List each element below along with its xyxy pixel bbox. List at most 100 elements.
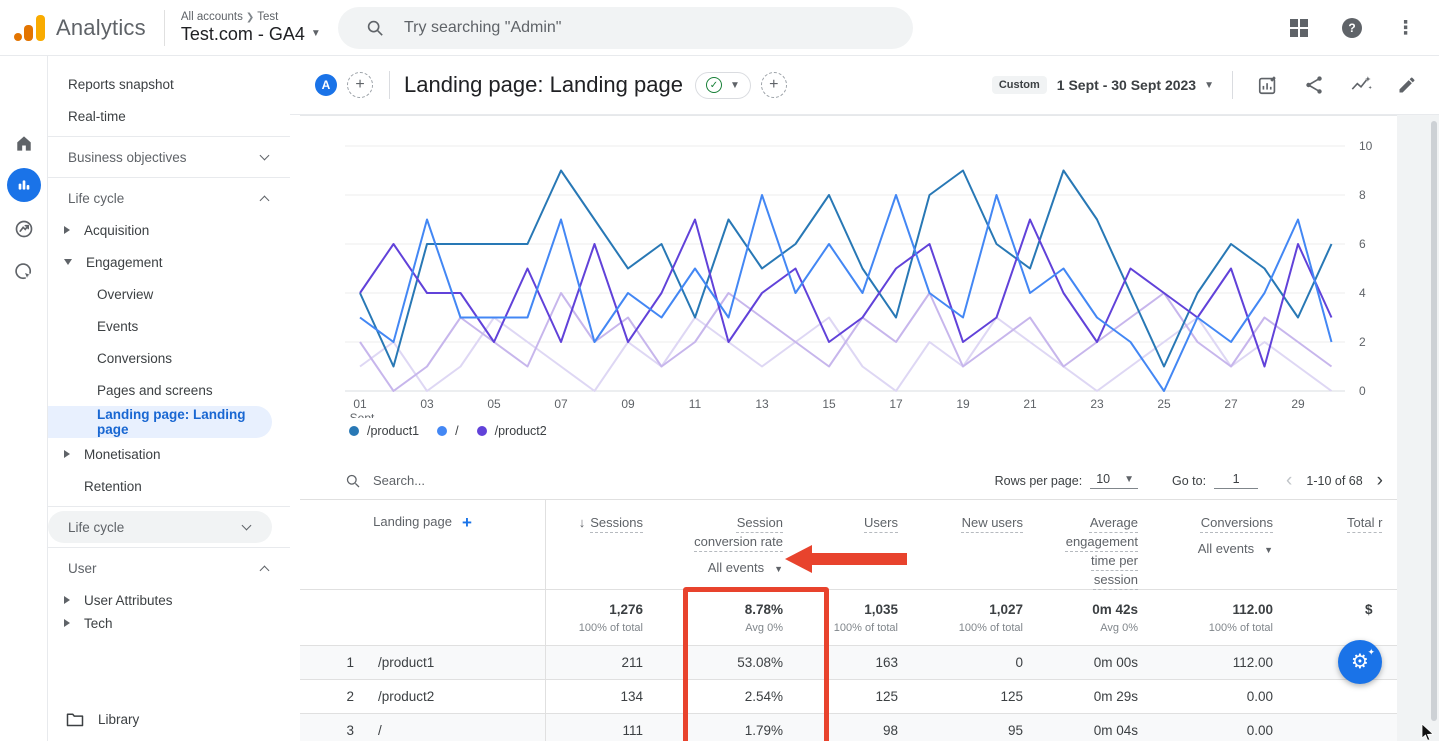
grid-apps-icon[interactable]	[1290, 19, 1308, 37]
expand-arrow-icon[interactable]	[64, 259, 72, 265]
collapse-arrow-icon[interactable]	[64, 619, 70, 627]
table-search-input[interactable]: Search...	[345, 473, 995, 489]
row-number: 2	[300, 689, 354, 704]
y-axis-tick-label: 2	[1359, 335, 1366, 349]
sidebar-item-engagement[interactable]: Engagement	[48, 246, 290, 278]
goto-page-input[interactable]: 1	[1214, 472, 1258, 489]
y-axis-tick-label: 4	[1359, 286, 1366, 300]
edit-pencil-icon[interactable]	[1397, 75, 1417, 95]
more-vert-icon[interactable]: ⋮	[1396, 19, 1415, 38]
sidebar-item-library[interactable]: Library	[66, 704, 290, 734]
x-axis-tick-label: 15	[822, 397, 836, 411]
help-icon[interactable]: ?	[1342, 18, 1362, 38]
chevron-down-icon: ▼	[311, 28, 321, 40]
gear-sparkle-icon: ⚙	[1351, 652, 1369, 672]
global-search-input[interactable]: Try searching "Admin"	[338, 7, 913, 49]
sidebar-item-label: Events	[97, 319, 138, 334]
sidebar-item-label: Pages and screens	[97, 383, 213, 398]
property-selector[interactable]: Test.com - GA4▼	[181, 24, 321, 45]
vertical-scrollbar[interactable]	[1431, 121, 1437, 721]
collapse-arrow-icon[interactable]	[64, 450, 70, 458]
sidebar-item-events[interactable]: Events	[48, 310, 290, 342]
report-status-menu[interactable]: ✓ ▼	[695, 72, 751, 99]
sidebar-item-label: Overview	[97, 287, 153, 302]
sidebar-item-life-cycle[interactable]: Life cycle	[48, 182, 290, 214]
sidebar-item-life-cycle-collapsed[interactable]: Life cycle	[48, 511, 272, 543]
sort-desc-icon: ↓	[579, 515, 586, 530]
table-row-product1[interactable]: 1/product121153.08%16300m 00s112.00	[300, 645, 1397, 679]
date-range-picker[interactable]: 1 Sept - 30 Sept 2023	[1057, 77, 1196, 93]
sidebar-item-landing-page-landing-page[interactable]: Landing page: Landing page	[48, 406, 272, 438]
column-header-total-revenue[interactable]: Total r	[1285, 500, 1397, 589]
sidebar-divider	[48, 547, 290, 548]
collapse-arrow-icon[interactable]	[64, 596, 70, 604]
rows-per-page-select[interactable]: 10▼	[1090, 472, 1138, 489]
sidebar-item-acquisition[interactable]: Acquisition	[48, 214, 290, 246]
column-header-session-conversion-rate[interactable]: Session conversion rate All events▼	[655, 500, 795, 589]
add-dimension-icon[interactable]: +	[462, 514, 472, 531]
x-axis-tick-label: 13	[755, 397, 769, 411]
add-comparison-button[interactable]: +	[347, 72, 373, 98]
sidebar-item-reports-snapshot[interactable]: Reports snapshot	[48, 68, 290, 100]
x-axis-tick-label: 29	[1291, 397, 1305, 411]
sidebar-item-retention[interactable]: Retention	[48, 470, 290, 502]
legend-item[interactable]: /	[437, 424, 458, 438]
sidebar-item-conversions[interactable]: Conversions	[48, 342, 290, 374]
add-report-tab-button[interactable]: +	[761, 72, 787, 98]
table-row-product2[interactable]: 2/product21342.54%1251250m 29s0.00	[300, 679, 1397, 713]
legend-item[interactable]: /product2	[477, 424, 547, 438]
sidebar-item-user[interactable]: User	[48, 552, 290, 584]
column-header-conversions[interactable]: Conversions All events▼	[1150, 500, 1285, 589]
comparison-avatar[interactable]: A	[315, 74, 337, 96]
sidebar-item-monetisation[interactable]: Monetisation	[48, 438, 290, 470]
sidebar-item-overview[interactable]: Overview	[48, 278, 290, 310]
customise-chart-icon[interactable]	[1257, 74, 1279, 96]
x-axis-tick-label: 21	[1023, 397, 1037, 411]
app-title: Analytics	[56, 15, 146, 41]
x-axis-tick-label: 19	[956, 397, 970, 411]
y-axis-tick-label: 8	[1359, 188, 1366, 202]
sidebar-item-business-objectives[interactable]: Business objectives	[48, 141, 290, 173]
cell-new_users: 125	[910, 689, 1035, 704]
chevron-down-icon	[242, 521, 252, 531]
x-axis-tick-label: 23	[1090, 397, 1104, 411]
column-header-new-users[interactable]: New users	[910, 500, 1035, 589]
appbar-divider	[164, 10, 165, 46]
row-number: 1	[300, 655, 354, 670]
y-axis-tick-label: 0	[1359, 384, 1366, 398]
cell-sessions: 111	[545, 723, 655, 738]
legend-item[interactable]: /product1	[349, 424, 419, 438]
totals-sessions: 1,276100% of total	[545, 590, 655, 645]
search-icon	[345, 473, 361, 489]
chevron-down-icon: ▼	[1124, 474, 1134, 485]
table-row-[interactable]: 3/1111.79%98950m 04s0.00	[300, 713, 1397, 741]
insights-icon[interactable]	[1349, 74, 1373, 96]
insights-fab-button[interactable]: ⚙ ✦	[1338, 640, 1382, 684]
advertising-icon[interactable]	[14, 262, 34, 287]
totals-conversions: 112.00100% of total	[1150, 590, 1285, 645]
sidebar-item-user-attributes[interactable]: User Attributes	[48, 584, 290, 616]
share-icon[interactable]	[1303, 74, 1325, 96]
explore-icon[interactable]	[14, 219, 34, 244]
column-header-sessions[interactable]: ↓Sessions	[545, 500, 655, 589]
sidebar-bottom: Library ‹	[48, 694, 290, 741]
x-axis-tick-label: 09	[621, 397, 635, 411]
conversions-event-filter[interactable]: All events▼	[1150, 541, 1273, 556]
table-toolbar: Search... Rows per page: 10▼ Go to: 1 ‹ …	[300, 462, 1397, 500]
x-axis-month-label: Sept	[350, 411, 375, 418]
reports-icon[interactable]	[7, 168, 41, 202]
sidebar-item-tech[interactable]: Tech	[48, 616, 290, 630]
cell-avg_engagement: 0m 04s	[1035, 723, 1150, 738]
breadcrumb[interactable]: All accounts❯Test	[181, 11, 321, 24]
collapse-arrow-icon[interactable]	[64, 226, 70, 234]
next-page-icon[interactable]: ›	[1377, 470, 1383, 492]
sidebar-item-real-time[interactable]: Real-time	[48, 100, 290, 132]
conversion-rate-event-filter[interactable]: All events▼	[655, 560, 783, 575]
column-header-avg-engagement-time[interactable]: Average engagement time per session	[1035, 500, 1150, 589]
sidebar-item-pages-and-screens[interactable]: Pages and screens	[48, 374, 290, 406]
sidebar-item-label: Engagement	[86, 255, 163, 270]
sidebar-item-label: Tech	[84, 616, 113, 630]
app-bar: Analytics All accounts❯Test Test.com - G…	[0, 0, 1439, 56]
column-header-landing-page[interactable]: Landing page +	[300, 500, 545, 589]
home-icon[interactable]	[14, 134, 34, 158]
